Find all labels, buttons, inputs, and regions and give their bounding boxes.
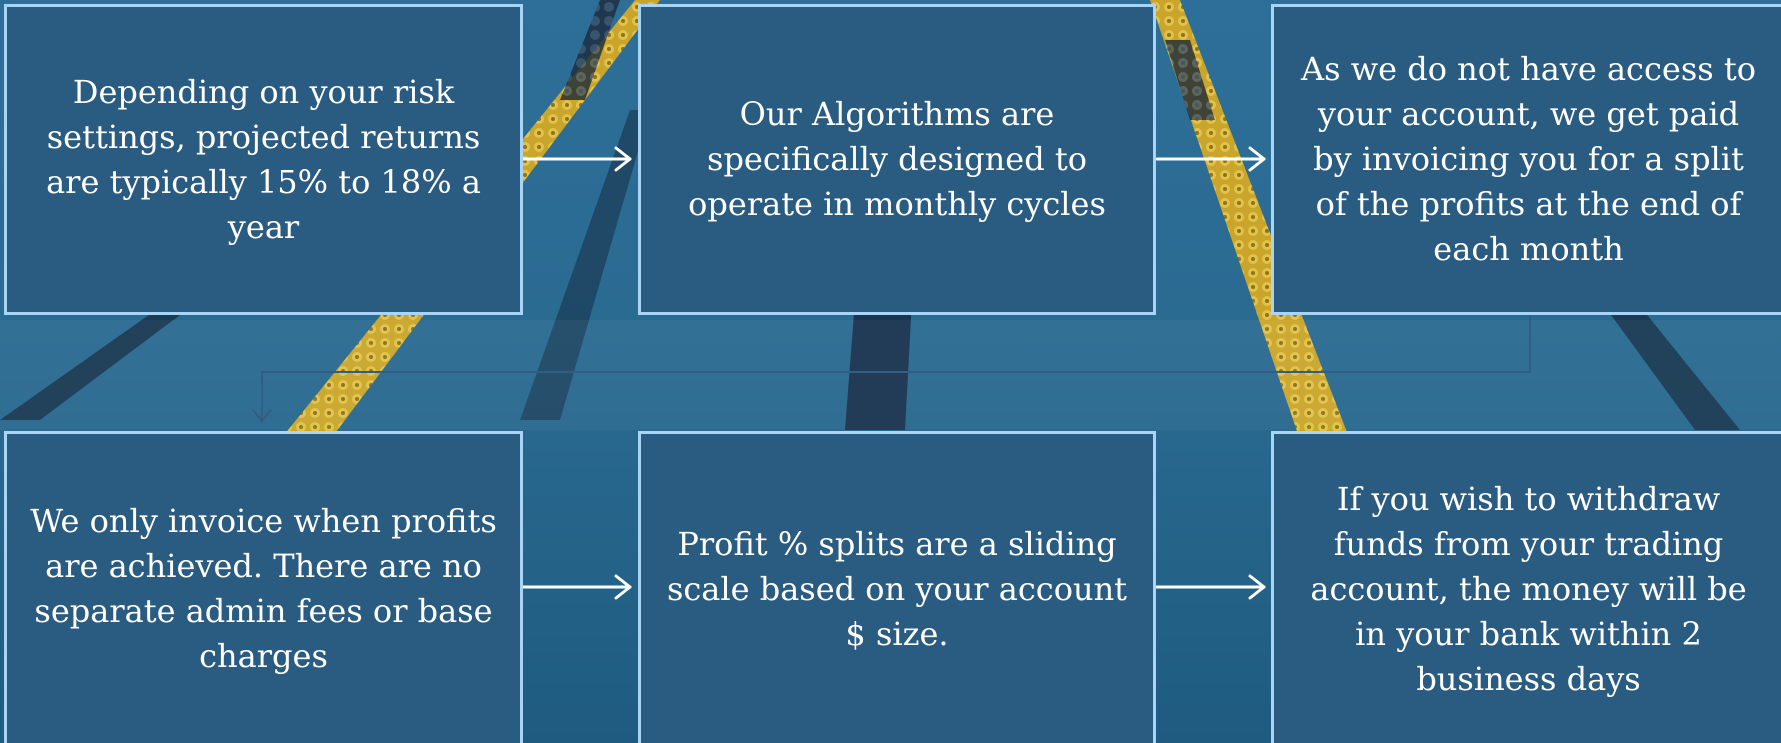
step-3-text: As we do not have access to your account… (1301, 50, 1756, 268)
step-5-text: Profit % splits are a sliding scale base… (666, 524, 1128, 653)
step-card-1: Depending on your risk settings, project… (4, 4, 523, 315)
step-card-4: We only invoice when profits are achieve… (4, 431, 523, 743)
step-card-3: As we do not have access to your account… (1271, 4, 1781, 315)
process-diagram: Depending on your risk settings, project… (0, 0, 1781, 743)
step-6-text: If you wish to withdraw funds from your … (1310, 479, 1747, 698)
step-2-text: Our Algorithms are specifically designed… (688, 95, 1106, 223)
step-4-text: We only invoice when profits are achieve… (30, 502, 497, 675)
step-card-5: Profit % splits are a sliding scale base… (638, 431, 1156, 743)
step-card-2: Our Algorithms are specifically designed… (638, 4, 1156, 315)
step-card-6: If you wish to withdraw funds from your … (1271, 431, 1781, 743)
step-1-text: Depending on your risk settings, project… (46, 72, 481, 246)
